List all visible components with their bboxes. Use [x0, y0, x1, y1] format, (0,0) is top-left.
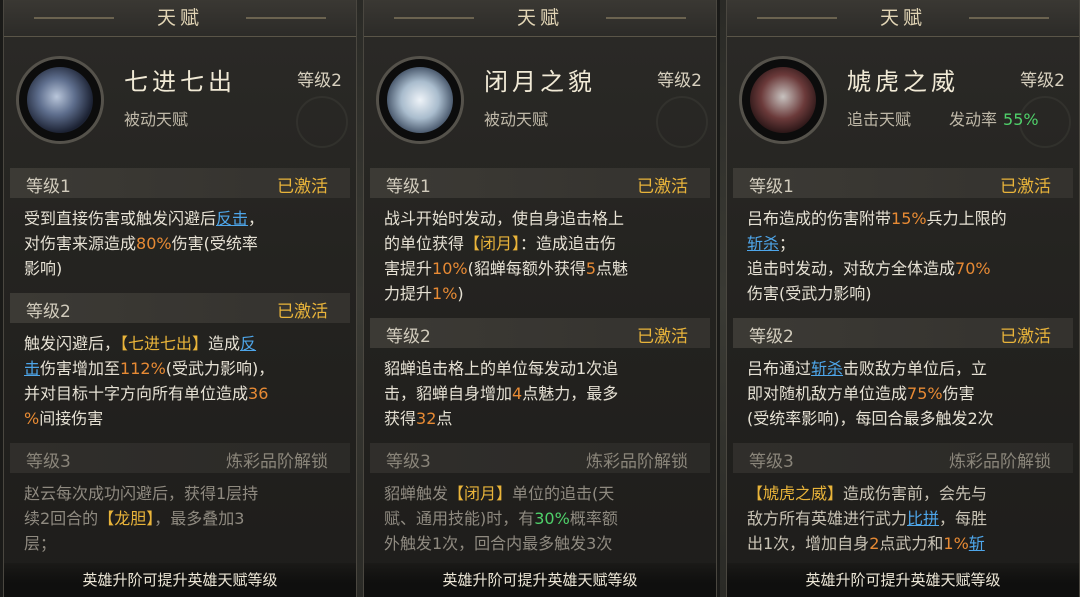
unlock-condition: 炼彩品阶解锁 [226, 452, 328, 472]
level-label: 等级2 [749, 327, 794, 347]
unlock-condition: 炼彩品阶解锁 [586, 452, 688, 472]
talent-level: 等级2 [657, 71, 702, 91]
level-status: 已激活 [277, 177, 328, 197]
level-status: 已激活 [637, 327, 688, 347]
level-2-description: 貂蝉追击格上的单位每发动1次追 击，貂蝉自身增加4点魅力，最多 获得32点 [384, 359, 619, 428]
level-2-header[interactable]: 等级2 已激活 [370, 318, 710, 348]
keyword-link[interactable]: 斩 [969, 534, 985, 553]
panel-header-title: 天赋 [879, 7, 926, 29]
talent-panel-diaochan: 天赋 闭月之貌 等级2 被动天赋 等级1 已激活 战斗开始时发动，使自身追击格上… [363, 0, 717, 597]
level-3-description: 【虓虎之威】造成伤害前，会先与 敌方所有英雄进行武力比拼，每胜 出1次，增加自身… [747, 484, 988, 553]
header-ornament [969, 17, 1049, 19]
level-status: 已激活 [637, 177, 688, 197]
header-ornament [246, 17, 326, 19]
level-status: 已激活 [1000, 177, 1051, 197]
halberd-icon [750, 67, 816, 133]
level-1-header[interactable]: 等级1 已激活 [10, 168, 350, 198]
level-1-description: 战斗开始时发动，使自身追击格上 的单位获得【闭月】：造成追击伤 害提升10%(貂… [384, 209, 629, 303]
emblem-icon [296, 96, 348, 148]
level-2-description: 吕布通过斩杀击败敌方单位后，立 即对随机敌方单位造成75%伤害 (受统率影响)，… [747, 359, 994, 428]
level-3-header[interactable]: 等级3 炼彩品阶解锁 [733, 443, 1073, 473]
keyword-link[interactable]: 反击 [216, 209, 248, 228]
header-ornament [394, 17, 474, 19]
emblem-icon [656, 96, 708, 148]
keyword-link[interactable]: 击 [24, 359, 40, 378]
trigger-rate-value: 55% [1003, 110, 1039, 129]
upgrade-hint: 英雄升阶可提升英雄天赋等级 [727, 563, 1079, 597]
level-1-description: 受到直接伤害或触发闪避后反击， 对伤害来源造成80%伤害(受统率 影响) [24, 209, 265, 278]
header-ornament [34, 17, 114, 19]
talent-type: 被动天赋 [484, 110, 549, 129]
level-label: 等级1 [749, 177, 794, 197]
level-2-header[interactable]: 等级2 已激活 [733, 318, 1073, 348]
panel-header: 天赋 [4, 0, 356, 37]
level-label: 等级3 [26, 452, 71, 472]
talent-level: 等级2 [297, 71, 342, 91]
talent-icon[interactable] [376, 56, 464, 144]
panel-header: 天赋 [364, 0, 716, 37]
upgrade-hint: 英雄升阶可提升英雄天赋等级 [364, 563, 716, 597]
panel-header-title: 天赋 [516, 7, 563, 29]
moon-icon [387, 67, 453, 133]
level-label: 等级2 [26, 302, 71, 322]
trigger-rate: 发动率 55% [949, 106, 1039, 130]
lightning-dragon-icon [27, 67, 93, 133]
talent-name: 闭月之貌 [484, 68, 596, 96]
talent-panel-zhaoyun: 天赋 七进七出 等级2 被动天赋 等级1 已激活 受到直接伤害或触发闪避后反击，… [3, 0, 357, 597]
header-ornament [757, 17, 837, 19]
level-2-description: 触发闪避后，【七进七出】造成反 击伤害增加至112%(受武力影响)， 并对目标十… [24, 334, 275, 428]
level-3-description: 貂蝉触发【闭月】单位的追击(天 赋、通用技能)时，有30%概率额 外触发1次，回… [384, 484, 618, 553]
level-2-header[interactable]: 等级2 已激活 [10, 293, 350, 323]
talent-icon[interactable] [16, 56, 104, 144]
talent-level: 等级2 [1020, 71, 1065, 91]
talent-type: 被动天赋 [124, 110, 189, 129]
panel-header: 天赋 [727, 0, 1079, 37]
talent-icon[interactable] [739, 56, 827, 144]
level-1-header[interactable]: 等级1 已激活 [733, 168, 1073, 198]
level-label: 等级1 [386, 177, 431, 197]
level-status: 已激活 [1000, 327, 1051, 347]
panel-header-title: 天赋 [156, 7, 203, 29]
level-label: 等级2 [386, 327, 431, 347]
unlock-condition: 炼彩品阶解锁 [949, 452, 1051, 472]
keyword-link[interactable]: 斩杀 [747, 234, 779, 253]
level-1-description: 吕布造成的伤害附带15%兵力上限的 斩杀； 追击时发动，对敌方全体造成70% 伤… [747, 209, 1007, 303]
upgrade-hint: 英雄升阶可提升英雄天赋等级 [4, 563, 356, 597]
level-label: 等级1 [26, 177, 71, 197]
level-1-header[interactable]: 等级1 已激活 [370, 168, 710, 198]
header-ornament [606, 17, 686, 19]
level-3-header[interactable]: 等级3 炼彩品阶解锁 [10, 443, 350, 473]
trigger-rate-label: 发动率 [949, 110, 998, 129]
keyword-link[interactable]: 反 [240, 334, 256, 353]
keyword-link[interactable]: 斩杀 [811, 359, 843, 378]
level-status: 已激活 [277, 302, 328, 322]
level-3-header[interactable]: 等级3 炼彩品阶解锁 [370, 443, 710, 473]
keyword-link[interactable]: 比拼 [907, 509, 939, 528]
talent-name: 虓虎之威 [847, 68, 959, 96]
level-label: 等级3 [386, 452, 431, 472]
talent-name: 七进七出 [124, 68, 236, 96]
talent-panel-lubu: 天赋 虓虎之威 等级2 追击天赋 发动率 55% 等级1 已激活 吕布造成的伤害附… [726, 0, 1080, 597]
level-3-description: 赵云每次成功闪避后，获得1层持 续2回合的【龙胆】，最多叠加3 层； [24, 484, 259, 553]
talent-type: 追击天赋 [847, 110, 912, 129]
level-label: 等级3 [749, 452, 794, 472]
